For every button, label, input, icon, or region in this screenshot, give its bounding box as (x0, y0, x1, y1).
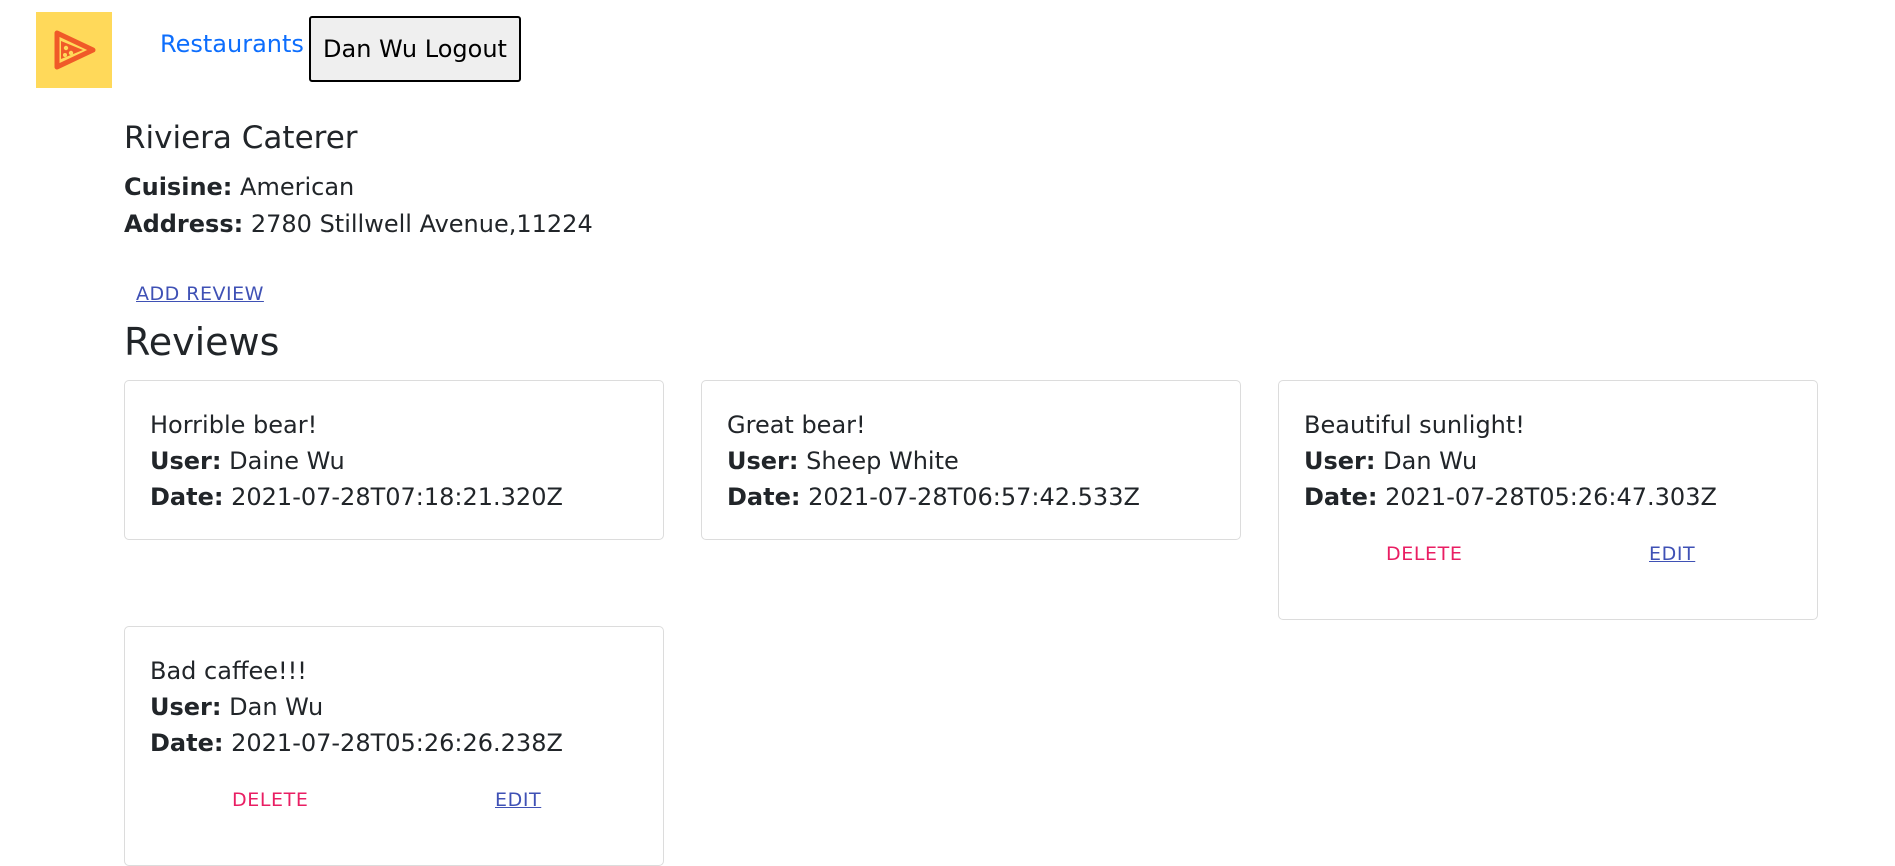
review-date: 2021-07-28T07:18:21.320Z (231, 483, 563, 511)
review-date: 2021-07-28T05:26:47.303Z (1385, 483, 1717, 511)
review-card: Horrible bear! User: Daine Wu Date: 2021… (124, 380, 664, 540)
nav-restaurants-link[interactable]: Restaurants (160, 30, 304, 58)
review-card: Bad caffee!!! User: Dan Wu Date: 2021-07… (124, 626, 664, 866)
restaurant-name: Riviera Caterer (124, 120, 358, 156)
delete-review-button[interactable]: DELETE (1386, 543, 1462, 565)
cuisine-line: Cuisine: American (124, 172, 354, 202)
review-actions: DELETE EDIT (150, 789, 638, 829)
logout-button[interactable]: Dan Wu Logout (309, 16, 521, 82)
address-line: Address: 2780 Stillwell Avenue,11224 (124, 209, 593, 239)
user-label: User: (727, 447, 799, 475)
review-user-line: User: Dan Wu (150, 689, 638, 725)
review-user-line: User: Sheep White (727, 443, 1215, 479)
pizza-play-logo-icon (54, 30, 96, 70)
review-user: Dan Wu (229, 693, 324, 721)
review-date-line: Date: 2021-07-28T07:18:21.320Z (150, 479, 638, 515)
reviews-heading: Reviews (124, 320, 280, 364)
address-value: 2780 Stillwell Avenue,11224 (250, 210, 593, 238)
review-user: Daine Wu (229, 447, 345, 475)
review-user-line: User: Daine Wu (150, 443, 638, 479)
date-label: Date: (150, 483, 224, 511)
review-user: Dan Wu (1383, 447, 1478, 475)
user-label: User: (150, 447, 222, 475)
cuisine-value: American (240, 173, 355, 201)
review-user: Sheep White (806, 447, 959, 475)
brand-logo[interactable] (36, 12, 112, 88)
review-actions: DELETE EDIT (1304, 543, 1792, 583)
review-text: Bad caffee!!! (150, 657, 307, 685)
review-date: 2021-07-28T06:57:42.533Z (808, 483, 1140, 511)
navbar: Restaurants Dan Wu Logout (0, 0, 1895, 100)
address-label: Address: (124, 210, 244, 238)
review-date-line: Date: 2021-07-28T05:26:26.238Z (150, 725, 638, 761)
review-user-line: User: Dan Wu (1304, 443, 1792, 479)
edit-review-button[interactable]: EDIT (495, 789, 541, 811)
user-label: User: (1304, 447, 1376, 475)
date-label: Date: (727, 483, 801, 511)
edit-review-button[interactable]: EDIT (1649, 543, 1695, 565)
review-date: 2021-07-28T05:26:26.238Z (231, 729, 563, 757)
delete-review-button[interactable]: DELETE (232, 789, 308, 811)
review-date-line: Date: 2021-07-28T06:57:42.533Z (727, 479, 1215, 515)
review-card: Great bear! User: Sheep White Date: 2021… (701, 380, 1241, 540)
date-label: Date: (150, 729, 224, 757)
user-label: User: (150, 693, 222, 721)
review-text: Horrible bear! (150, 411, 318, 439)
cuisine-label: Cuisine: (124, 173, 233, 201)
review-text: Great bear! (727, 411, 866, 439)
review-date-line: Date: 2021-07-28T05:26:47.303Z (1304, 479, 1792, 515)
date-label: Date: (1304, 483, 1378, 511)
review-card: Beautiful sunlight! User: Dan Wu Date: 2… (1278, 380, 1818, 620)
add-review-link[interactable]: ADD REVIEW (136, 283, 264, 305)
review-text: Beautiful sunlight! (1304, 411, 1525, 439)
